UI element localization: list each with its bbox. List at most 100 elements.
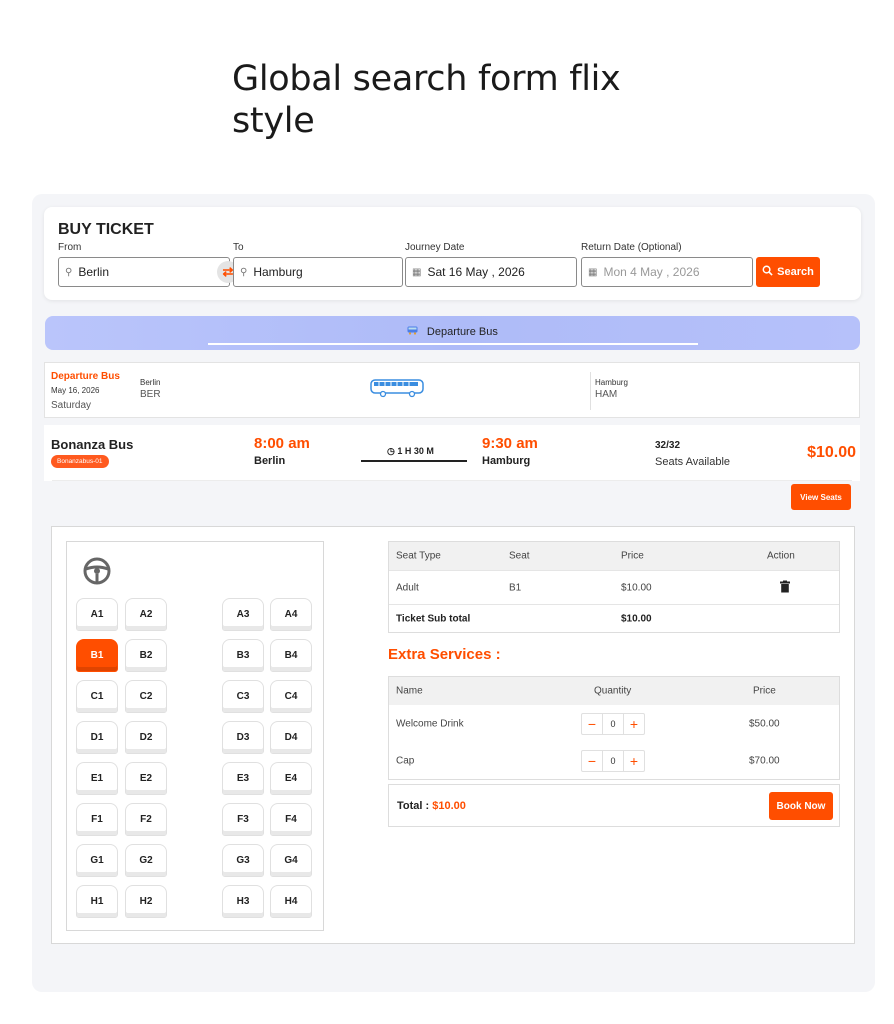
- seat-e3[interactable]: E3: [222, 762, 264, 795]
- seat-h2[interactable]: H2: [125, 885, 167, 918]
- tab-active-indicator: [208, 343, 698, 345]
- calendar-icon: ▦: [412, 266, 422, 278]
- seat-f3[interactable]: F3: [222, 803, 264, 836]
- quantity-stepper: − 0 +: [581, 712, 645, 735]
- quantity-value[interactable]: 0: [602, 713, 624, 734]
- quantity-value[interactable]: 0: [602, 750, 624, 771]
- row-divider: [52, 480, 852, 481]
- return-date-input[interactable]: ▦ Mon 4 May , 2026: [581, 257, 753, 287]
- summary-header-seat: Seat: [509, 550, 530, 562]
- to-value: Hamburg: [253, 265, 303, 279]
- seat-c1[interactable]: C1: [76, 680, 118, 713]
- seat-f1[interactable]: F1: [76, 803, 118, 836]
- summary-header-row: Seat Type Seat Price Action: [389, 542, 839, 570]
- page-title: Global search form flix style: [232, 59, 621, 141]
- delete-seat-button[interactable]: [780, 580, 790, 595]
- seat-g3[interactable]: G3: [222, 844, 264, 877]
- tab-departure-label: Departure Bus: [426, 326, 498, 338]
- summary-price: $10.00: [621, 582, 652, 593]
- extras-header-row: Name Quantity Price: [389, 677, 839, 705]
- from-input[interactable]: ⚲ Berlin: [58, 257, 230, 287]
- departure-time: 8:00 am: [254, 435, 310, 452]
- departure-city: Berlin: [254, 455, 286, 467]
- seats-count: 32/32: [655, 440, 681, 451]
- bus-code-badge: Bonanzabus-01: [51, 455, 109, 468]
- seat-h3[interactable]: H3: [222, 885, 264, 918]
- subtotal-value: $10.00: [621, 613, 652, 624]
- seat-c3[interactable]: C3: [222, 680, 264, 713]
- book-now-button[interactable]: Book Now: [769, 792, 833, 820]
- seat-d3[interactable]: D3: [222, 721, 264, 754]
- return-date-placeholder: Mon 4 May , 2026: [603, 265, 700, 279]
- seat-g1[interactable]: G1: [76, 844, 118, 877]
- extra-name: Cap: [396, 755, 415, 766]
- seat-d4[interactable]: D4: [270, 721, 312, 754]
- bus-price: $10.00: [807, 444, 856, 461]
- seat-h4[interactable]: H4: [270, 885, 312, 918]
- seat-a1[interactable]: A1: [76, 598, 118, 631]
- route-from-city: Berlin: [140, 378, 161, 387]
- seat-e1[interactable]: E1: [76, 762, 118, 795]
- extra-services-title: Extra Services :: [388, 646, 501, 663]
- total-bar: Total : $10.00 Book Now: [388, 784, 840, 827]
- search-button-label: Search: [777, 266, 814, 278]
- clock-icon: ◷: [387, 446, 395, 456]
- decrement-button[interactable]: −: [582, 714, 602, 734]
- seat-e2[interactable]: E2: [125, 762, 167, 795]
- location-pin-icon: ⚲: [65, 266, 73, 278]
- seat-g4[interactable]: G4: [270, 844, 312, 877]
- to-label: To: [233, 242, 244, 253]
- seat-b4[interactable]: B4: [270, 639, 312, 672]
- seat-h1[interactable]: H1: [76, 885, 118, 918]
- buy-ticket-title: BUY TICKET: [58, 221, 154, 238]
- route-weekday: Saturday: [51, 400, 92, 411]
- seat-b1[interactable]: B1: [76, 639, 118, 672]
- increment-button[interactable]: +: [624, 751, 644, 771]
- route-title: Departure Bus: [51, 371, 120, 382]
- summary-seat-type: Adult: [396, 582, 419, 593]
- bus-illustration-icon: [370, 378, 426, 398]
- route-info-card: [44, 362, 860, 418]
- extra-name: Welcome Drink: [396, 718, 464, 729]
- summary-seat: B1: [509, 582, 522, 593]
- journey-date-input[interactable]: ▦ Sat 16 May , 2026: [405, 257, 577, 287]
- extra-price: $50.00: [749, 718, 780, 729]
- seat-a4[interactable]: A4: [270, 598, 312, 631]
- seats-available-label: Seats Available: [655, 456, 731, 468]
- search-button[interactable]: Search: [756, 257, 820, 287]
- to-input[interactable]: ⚲ Hamburg: [233, 257, 403, 287]
- duration-line: [361, 460, 467, 462]
- journey-date-label: Journey Date: [405, 242, 465, 253]
- route-divider: [590, 372, 591, 410]
- seat-c4[interactable]: C4: [270, 680, 312, 713]
- subtotal-label: Ticket Sub total: [396, 613, 471, 624]
- tab-departure-bus[interactable]: Departure Bus: [45, 316, 860, 350]
- table-row: Welcome Drink − 0 + $50.00: [389, 705, 839, 742]
- bus-result-row: [44, 425, 860, 481]
- seat-f4[interactable]: F4: [270, 803, 312, 836]
- seat-g2[interactable]: G2: [125, 844, 167, 877]
- seat-f2[interactable]: F2: [125, 803, 167, 836]
- seat-b3[interactable]: B3: [222, 639, 264, 672]
- increment-button[interactable]: +: [624, 714, 644, 734]
- seat-d2[interactable]: D2: [125, 721, 167, 754]
- summary-header-action: Action: [767, 550, 795, 562]
- view-seats-button[interactable]: View Seats: [791, 484, 851, 510]
- arrival-city: Hamburg: [482, 455, 531, 467]
- summary-header-seat-type: Seat Type: [396, 550, 441, 562]
- route-to-city: Hamburg: [595, 378, 628, 387]
- seat-c2[interactable]: C2: [125, 680, 167, 713]
- seat-e4[interactable]: E4: [270, 762, 312, 795]
- seat-a2[interactable]: A2: [125, 598, 167, 631]
- calendar-icon: ▦: [588, 266, 598, 278]
- search-icon: [762, 265, 773, 279]
- table-row: Ticket Sub total $10.00: [389, 604, 839, 632]
- seat-d1[interactable]: D1: [76, 721, 118, 754]
- bus-name: Bonanza Bus: [51, 437, 134, 452]
- seat-a3[interactable]: A3: [222, 598, 264, 631]
- seat-b2[interactable]: B2: [125, 639, 167, 672]
- trip-duration: ◷ 1 H 30 M: [387, 446, 434, 457]
- decrement-button[interactable]: −: [582, 751, 602, 771]
- route-to-code: HAM: [595, 389, 618, 400]
- from-value: Berlin: [78, 265, 110, 279]
